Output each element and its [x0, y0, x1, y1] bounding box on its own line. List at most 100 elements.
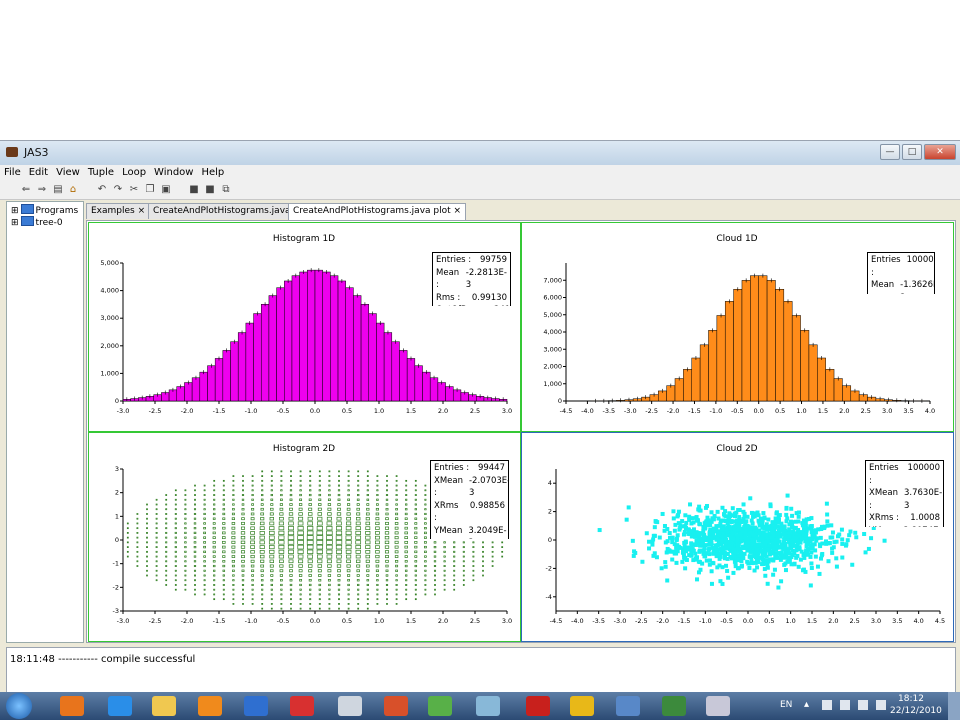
powerpoint-icon[interactable] — [384, 696, 408, 716]
bin-marker — [146, 532, 148, 534]
volume-icon[interactable] — [876, 700, 886, 710]
language-indicator[interactable]: EN — [780, 700, 792, 710]
tab-source[interactable]: CreateAndPlotHistograms.java × — [148, 203, 306, 219]
show-hidden-icons-icon[interactable]: ▴ — [804, 699, 809, 710]
x-tick-label: 1.0 — [785, 617, 795, 625]
panel-histogram-1d[interactable]: Histogram 1D -3.0 -2.5 -2.0 -1.5 -1.0 -0.5 0.0 0… — [88, 222, 521, 432]
scatter-point — [775, 555, 780, 560]
tab-examples[interactable]: Examples × — [86, 203, 151, 219]
panel-cloud-1d[interactable]: Cloud 1D -4.5 -4.0 -3.5 -3.0 -2.5 -2.0 -1.5 -1.0… — [521, 222, 954, 432]
menu-loop[interactable]: Loop — [118, 165, 150, 178]
bin-marker — [259, 531, 265, 535]
clock-icon[interactable] — [338, 696, 362, 716]
bin-marker — [184, 503, 187, 506]
bin-marker — [251, 603, 254, 605]
bin-marker — [280, 475, 283, 477]
panel-histogram-2d[interactable]: Histogram 2D -3.0 -2.5 -2.0 -1.5 -1.0 -0.5 0.0 0… — [88, 432, 521, 642]
terminal-icon[interactable] — [662, 696, 686, 716]
scatter-point — [787, 527, 792, 532]
tree-item-programs[interactable]: ⊞ Programs — [11, 204, 78, 216]
bin-marker — [309, 603, 312, 605]
stop-icon[interactable]: ■ — [188, 184, 200, 196]
scatter-point — [759, 549, 764, 554]
recycle-icon[interactable] — [428, 696, 452, 716]
bin-marker — [326, 530, 333, 536]
media-player-icon[interactable] — [198, 696, 222, 716]
forward-arrow-icon[interactable]: ⇒ — [36, 184, 48, 196]
pin-icon[interactable] — [290, 696, 314, 716]
jas3-taskbar-icon[interactable] — [706, 696, 730, 716]
undo-icon[interactable]: ↶ — [96, 184, 108, 196]
bin-marker — [326, 526, 333, 531]
stats-key: Entries : — [434, 463, 470, 473]
back-arrow-icon[interactable]: ⇐ — [20, 184, 32, 196]
start-button[interactable] — [6, 693, 32, 719]
panel-cloud-2d[interactable]: Cloud 2D -4.5 -4.0 -3.5 -3.0 -2.5 -2.0 -1.5 -1.0… — [521, 432, 954, 642]
menu-view[interactable]: View — [52, 165, 84, 178]
scatter-point — [760, 525, 765, 530]
scatter-point — [696, 535, 701, 540]
home-icon[interactable]: ⌂ — [67, 184, 79, 196]
bin-marker — [278, 535, 285, 540]
y-tick-label: 2,000 — [100, 342, 119, 350]
bin-marker — [240, 550, 246, 554]
show-desktop-button[interactable] — [948, 692, 960, 720]
tree-item-tree-0[interactable]: ⊞ tree-0 — [11, 216, 63, 228]
bin-marker — [261, 470, 264, 473]
bin-marker — [453, 584, 456, 586]
scatter-point — [709, 510, 714, 515]
tab-plot[interactable]: CreateAndPlotHistograms.java plot × — [288, 203, 467, 220]
network-icon[interactable] — [476, 696, 500, 716]
security-icon[interactable] — [244, 696, 268, 716]
tab-label: Examples × — [91, 206, 146, 216]
copy-icon[interactable]: ❐ — [144, 184, 156, 196]
tab-strip: Examples × CreateAndPlotHistograms.java … — [86, 203, 954, 220]
expand-icon[interactable]: ⊞ — [11, 218, 19, 228]
apps-icon[interactable] — [570, 696, 594, 716]
bin-marker — [405, 484, 408, 487]
power-icon[interactable] — [840, 700, 850, 710]
maximize-button[interactable]: □ — [902, 144, 922, 160]
firefox-icon[interactable] — [60, 696, 84, 716]
bin-marker — [424, 531, 427, 535]
bin-marker — [203, 555, 206, 558]
stop-icon[interactable]: ■ — [204, 184, 216, 196]
bin-marker — [232, 484, 235, 487]
y-tick-label: 3 — [115, 465, 119, 473]
cut-icon[interactable]: ✂ — [128, 184, 140, 196]
scatter-point — [707, 531, 712, 536]
paste-icon[interactable]: ▣ — [160, 184, 172, 196]
menu-edit[interactable]: Edit — [25, 165, 52, 178]
page-icon[interactable]: ▤ — [52, 184, 64, 196]
bin-marker — [193, 550, 197, 553]
pdf-reader-icon[interactable] — [526, 696, 550, 716]
clock-date[interactable]: 22/12/2010 — [890, 706, 942, 716]
stats-key: Mean : — [871, 280, 895, 294]
bin-marker — [501, 555, 504, 558]
scatter-point — [697, 504, 702, 509]
minimize-button[interactable]: — — [880, 144, 900, 160]
bin-marker — [279, 516, 284, 521]
scatter-point — [697, 549, 702, 554]
internet-explorer-icon[interactable] — [108, 696, 132, 716]
layout-icon[interactable]: ⧉ — [220, 184, 232, 196]
bin-marker — [213, 593, 216, 596]
menu-window[interactable]: Window — [150, 165, 197, 178]
stats-key: Entries : — [436, 255, 472, 265]
redo-icon[interactable]: ↷ — [112, 184, 124, 196]
bin-marker — [443, 560, 446, 563]
menu-tuple[interactable]: Tuple — [84, 165, 118, 178]
menu-file[interactable]: File — [0, 165, 25, 178]
remote-desktop-icon[interactable] — [616, 696, 640, 716]
x-tick-label: -0.5 — [277, 617, 290, 625]
expand-icon[interactable]: ⊞ — [11, 206, 19, 216]
network-status-icon[interactable] — [858, 700, 868, 710]
scatter-point — [792, 531, 797, 536]
menu-help[interactable]: Help — [197, 165, 228, 178]
clock-time[interactable]: 18:12 — [898, 694, 924, 704]
bin-marker — [213, 503, 216, 506]
close-button[interactable]: ✕ — [924, 144, 956, 160]
bin-marker — [174, 498, 177, 501]
flag-icon[interactable] — [822, 700, 832, 710]
folder-icon[interactable] — [152, 696, 176, 716]
